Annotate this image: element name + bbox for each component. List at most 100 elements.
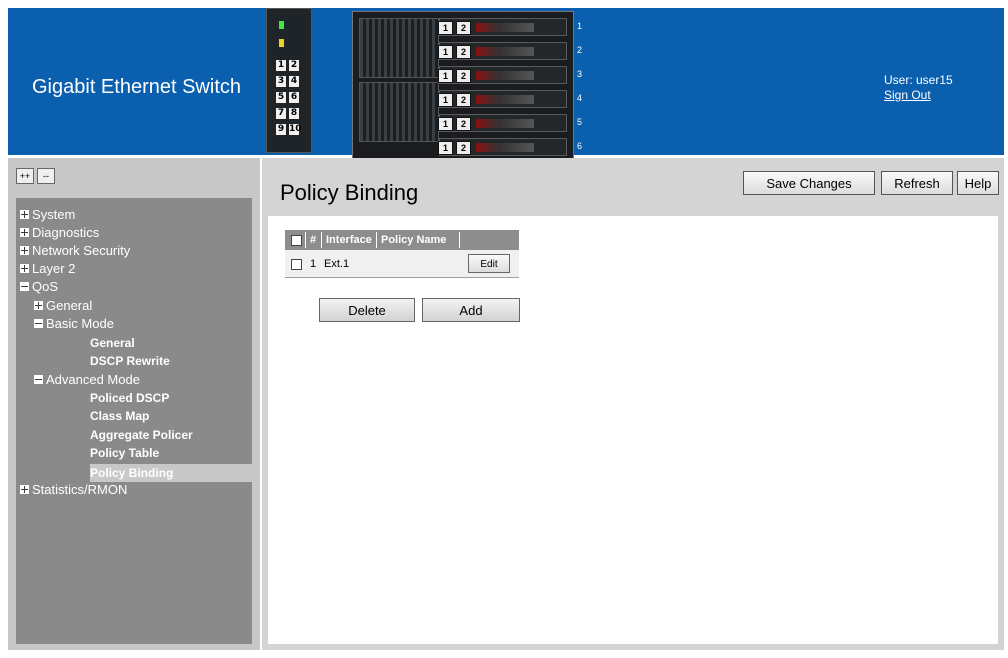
tree-item-qos[interactable]: QoS	[20, 278, 58, 296]
chassis-slot-2: 1 2 2	[438, 42, 582, 60]
slot-port-b: 2	[456, 93, 471, 107]
slot-port-a: 1	[438, 117, 453, 131]
tree-item-system[interactable]: System	[20, 206, 75, 224]
slot-module	[476, 23, 534, 32]
slot-index: 5	[576, 117, 582, 127]
row-checkbox[interactable]	[291, 259, 302, 270]
policy-binding-table: # Interface Policy Name 1 Ext.1 Edit	[285, 230, 519, 286]
edit-button[interactable]: Edit	[468, 254, 510, 273]
tree-toolbar: ++ --	[16, 166, 252, 188]
save-changes-button[interactable]: Save Changes	[743, 171, 875, 195]
tree-item-advanced-mode[interactable]: Advanced Mode	[34, 371, 140, 389]
expand-icon	[34, 301, 43, 310]
slot-port-a: 1	[438, 69, 453, 83]
tree-item-policy-table[interactable]: Policy Table	[90, 444, 159, 462]
chassis-slot-4: 1 2 4	[438, 90, 582, 108]
expand-icon	[20, 210, 29, 219]
status-led-green	[279, 21, 284, 29]
refresh-button[interactable]: Refresh	[881, 171, 953, 195]
expand-icon	[20, 246, 29, 255]
collapse-all-button[interactable]: --	[37, 168, 55, 184]
slot-index: 1	[576, 21, 582, 31]
sign-out-link[interactable]: Sign Out	[884, 88, 931, 102]
expand-icon	[20, 264, 29, 273]
tree-item-diagnostics[interactable]: Diagnostics	[20, 224, 99, 242]
port-7: 7	[275, 107, 287, 120]
chassis-slot-6: 1 2 6	[438, 138, 582, 156]
chassis-slot-1: 1 2 1	[438, 18, 582, 36]
row-interface: Ext.1	[324, 258, 350, 270]
port-10: 10	[288, 123, 302, 136]
slot-port-b: 2	[456, 69, 471, 83]
tree-item-statistics[interactable]: Statistics/RMON	[20, 481, 127, 499]
user-label: User: user15	[884, 73, 953, 87]
slot-module	[476, 119, 534, 128]
tree-item-label: General	[46, 298, 93, 313]
tree-item-dscp-rewrite[interactable]: DSCP Rewrite	[90, 352, 170, 370]
select-all-checkbox[interactable]	[291, 235, 302, 246]
slot-module	[476, 47, 534, 56]
tree-item-label: Advanced Mode	[46, 372, 140, 387]
switch-front-panel-small: 1 2 3 4 5 6 7 8 9 10	[266, 8, 312, 153]
collapse-icon	[20, 282, 29, 291]
tree-item-qos-general[interactable]: General	[34, 297, 92, 315]
chassis-slot-5: 1 2 5	[438, 114, 582, 132]
tree-item-label: System	[32, 207, 76, 222]
column-header-number: #	[310, 234, 317, 246]
tree-item-basic-mode[interactable]: Basic Mode	[34, 315, 114, 333]
tree-item-basic-general[interactable]: General	[90, 334, 135, 352]
navigation-tree: System Diagnostics Network Security Laye…	[16, 198, 258, 644]
slot-port-a: 1	[438, 141, 453, 155]
chassis-bay-top	[359, 18, 439, 78]
slot-port-b: 2	[456, 117, 471, 131]
help-button[interactable]: Help	[957, 171, 999, 195]
tree-item-class-map[interactable]: Class Map	[90, 407, 149, 425]
status-led-yellow	[279, 39, 284, 47]
slot-module	[476, 143, 534, 152]
tree-item-aggregate-policer[interactable]: Aggregate Policer	[90, 426, 193, 444]
tree-item-label: Basic Mode	[46, 316, 114, 331]
collapse-icon	[34, 319, 43, 328]
tree-item-layer2[interactable]: Layer 2	[20, 260, 75, 278]
port-8: 8	[288, 107, 300, 120]
table-header: # Interface Policy Name	[285, 230, 519, 250]
slot-port-b: 2	[456, 21, 471, 35]
port-2: 2	[288, 59, 300, 72]
slot-module	[476, 71, 534, 80]
add-button[interactable]: Add	[422, 298, 520, 322]
app-header: Gigabit Ethernet Switch 1 2 3 4 5 6 7 8 …	[8, 8, 1004, 159]
tree-item-policy-binding[interactable]: Policy Binding	[90, 464, 258, 482]
port-4: 4	[288, 75, 300, 88]
chassis-slot-3: 1 2 3	[438, 66, 582, 84]
expand-icon	[20, 485, 29, 494]
slot-port-a: 1	[438, 93, 453, 107]
page-title: Policy Binding	[280, 180, 419, 205]
column-divider	[459, 232, 460, 248]
slot-index: 3	[576, 69, 582, 79]
content-area: # Interface Policy Name 1 Ext.1 Edit Del…	[268, 216, 998, 644]
tree-item-label: Statistics/RMON	[32, 482, 128, 497]
main-panel: Policy Binding Save Changes Refresh Help…	[262, 158, 1004, 650]
slot-index: 6	[576, 141, 582, 151]
delete-button[interactable]: Delete	[319, 298, 415, 322]
port-3: 3	[275, 75, 287, 88]
column-divider	[376, 232, 377, 248]
column-header-policy-name: Policy Name	[381, 234, 447, 246]
slot-port-b: 2	[456, 45, 471, 59]
tree-item-label: QoS	[32, 279, 59, 294]
column-divider	[321, 232, 322, 248]
tree-item-network-security[interactable]: Network Security	[20, 242, 130, 260]
tree-item-policed-dscp[interactable]: Policed DSCP	[90, 389, 169, 407]
expand-all-button[interactable]: ++	[16, 168, 34, 184]
port-6: 6	[288, 91, 300, 104]
tree-item-label: Layer 2	[32, 261, 76, 276]
slot-port-b: 2	[456, 141, 471, 155]
slot-port-a: 1	[438, 45, 453, 59]
app-title: Gigabit Ethernet Switch	[32, 76, 241, 98]
slot-index: 2	[576, 45, 582, 55]
row-number: 1	[310, 258, 317, 270]
switch-chassis-image: 1 2 1 1 2 2 1 2 3 1 2 4 1 2 5 1 2 6	[352, 11, 582, 159]
port-1: 1	[275, 59, 287, 72]
slot-module	[476, 95, 534, 104]
chassis-bay-bottom	[359, 82, 439, 142]
